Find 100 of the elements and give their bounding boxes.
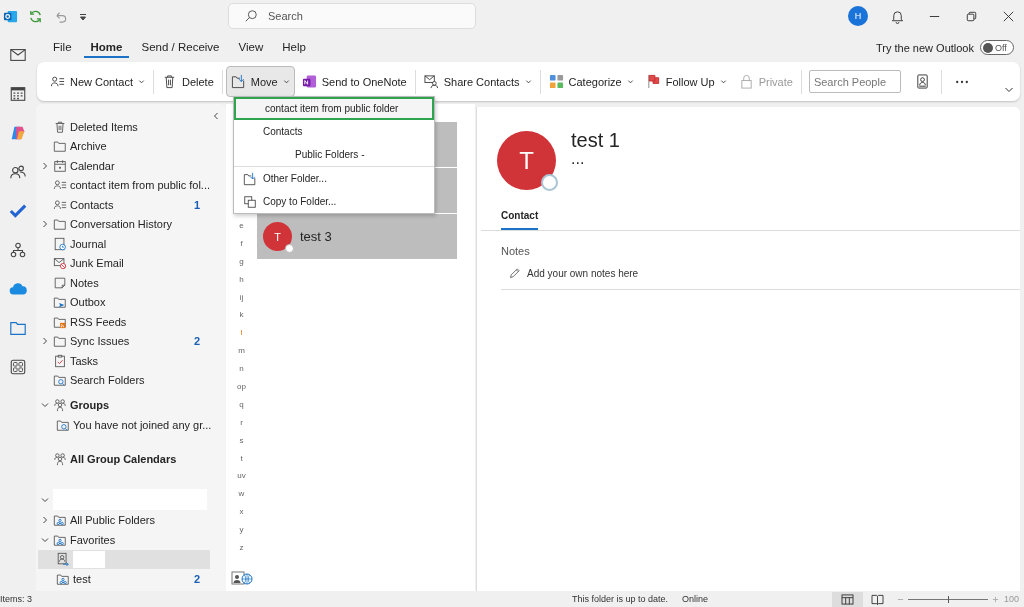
- alphabet-index-letter[interactable]: n: [239, 360, 244, 378]
- search-folder-icon: [56, 417, 70, 432]
- alphabet-index-letter[interactable]: t: [240, 449, 243, 468]
- chevron-right-icon[interactable]: [41, 337, 49, 346]
- search-people-field[interactable]: Search People: [808, 70, 901, 93]
- folder-item[interactable]: Journal: [36, 234, 226, 254]
- menu-item[interactable]: Other Folder...: [234, 167, 434, 190]
- onenote-icon: [301, 74, 317, 89]
- ribbon-button[interactable]: Move: [225, 66, 295, 97]
- new-outlook-label: Try the new Outlook: [875, 41, 974, 54]
- menu-item[interactable]: Contacts: [234, 120, 434, 143]
- folder-item[interactable]: Junk Email: [36, 253, 226, 273]
- alphabet-index-letter[interactable]: k: [239, 306, 244, 325]
- alphabet-index-letter[interactable]: w: [238, 485, 245, 504]
- folder-item[interactable]: Calendar: [36, 156, 226, 176]
- unread-count: 1: [194, 198, 201, 211]
- folder-item[interactable]: Notes: [36, 273, 226, 293]
- alphabet-index-letter[interactable]: x: [239, 503, 244, 522]
- folder-item[interactable]: Conversation History: [36, 214, 226, 234]
- menu-item[interactable]: Public Folders -: [234, 143, 434, 166]
- folder-item[interactable]: Sync Issues 2: [36, 331, 226, 351]
- search-folder-icon: [53, 373, 67, 388]
- sync-icon[interactable]: [28, 9, 43, 24]
- menu-tab[interactable]: File: [46, 37, 79, 58]
- alphabet-index-letter[interactable]: r: [240, 413, 243, 432]
- alphabet-index-letter[interactable]: h: [239, 270, 244, 289]
- flag-icon: [645, 74, 661, 89]
- bell-icon[interactable]: [890, 8, 905, 24]
- alphabet-index-letter[interactable]: ij: [239, 288, 244, 307]
- chevron-right-icon[interactable]: [41, 516, 49, 525]
- outbox-icon: [53, 295, 67, 310]
- calendar-icon[interactable]: [9, 84, 27, 104]
- menu-item[interactable]: Copy to Folder...: [234, 190, 434, 213]
- toggle-switch[interactable]: Off: [980, 40, 1014, 55]
- alphabet-index-letter[interactable]: g: [239, 252, 244, 271]
- chevron-right-icon[interactable]: [41, 220, 49, 229]
- folder-item[interactable]: All Group Calendars: [36, 448, 226, 469]
- contact-list-icon: [53, 197, 67, 212]
- folder-item[interactable]: Tasks: [36, 351, 226, 371]
- menu-tab[interactable]: Send / Receive: [134, 37, 227, 58]
- alphabet-index-letter[interactable]: q: [239, 395, 244, 414]
- contact-tab[interactable]: Contact: [501, 204, 539, 230]
- chevron-down-icon[interactable]: [41, 401, 49, 409]
- alphabet-index-letter[interactable]: s: [239, 431, 244, 450]
- more-icon[interactable]: [954, 78, 969, 85]
- folder-item[interactable]: You have not joined any gr...: [36, 415, 226, 435]
- user-avatar[interactable]: H: [848, 6, 868, 26]
- trash-icon: [162, 74, 177, 89]
- folder-item[interactable]: Deleted Items: [36, 117, 226, 137]
- ribbon-button[interactable]: Delete: [157, 66, 219, 97]
- folder-item[interactable]: [38, 549, 210, 569]
- contact-globe-icon[interactable]: [230, 571, 253, 585]
- alphabet-index-letter[interactable]: uv: [237, 467, 246, 486]
- menu-tab[interactable]: Home: [83, 37, 130, 58]
- alphabet-index-letter[interactable]: f: [240, 234, 243, 253]
- folder-item[interactable]: Groups: [36, 395, 226, 415]
- apps-icon[interactable]: [9, 357, 27, 377]
- ribbon-button[interactable]: New Contact: [45, 66, 150, 97]
- alphabet-index-letter[interactable]: y: [239, 521, 244, 540]
- chevron-left-icon[interactable]: [212, 112, 220, 120]
- ribbon-button[interactable]: Follow Up: [640, 66, 732, 97]
- menu-item[interactable]: contact item from public folder: [234, 97, 434, 120]
- chevron-down-icon[interactable]: [1004, 85, 1014, 95]
- folder-item[interactable]: contact item from public fol...: [36, 175, 226, 195]
- folder-item[interactable]: test 2: [36, 569, 226, 589]
- outlook-logo-icon[interactable]: [3, 9, 18, 24]
- alphabet-index-letter[interactable]: op: [237, 378, 246, 396]
- pencil-icon: [509, 267, 521, 279]
- contact-list-icon: [50, 74, 65, 89]
- customize-caret-icon[interactable]: [78, 11, 88, 22]
- folder-item[interactable]: RSS Feeds: [36, 312, 226, 332]
- ribbon-button[interactable]: Share Contacts: [418, 66, 537, 97]
- folder-item[interactable]: Contacts 1: [36, 195, 226, 215]
- ribbon-button[interactable]: Categorize: [543, 66, 639, 97]
- folder-item[interactable]: Search Folders: [36, 370, 226, 390]
- normal-view-icon[interactable]: [832, 591, 863, 607]
- chevron-right-icon[interactable]: [41, 161, 49, 170]
- shared-folder-icon: [56, 571, 70, 586]
- contact-avatar: T: [497, 131, 556, 190]
- menu-tab[interactable]: Help: [275, 37, 313, 58]
- chevron-down-icon[interactable]: [41, 535, 49, 544]
- alphabet-index-letter[interactable]: m: [238, 342, 245, 361]
- org-chart-icon[interactable]: [9, 240, 27, 260]
- note-icon: [53, 275, 67, 290]
- folder-item[interactable]: Archive: [36, 136, 226, 156]
- notes-field[interactable]: Add your own notes here: [501, 257, 1020, 290]
- address-book-icon[interactable]: [914, 74, 930, 89]
- chevron-down-icon[interactable]: [41, 495, 49, 504]
- contact-card[interactable]: T test 3: [257, 214, 457, 260]
- journal-icon: [53, 236, 67, 251]
- folder-item[interactable]: Outbox: [36, 292, 226, 312]
- category-grid-icon: [548, 74, 564, 89]
- folder-item[interactable]: Favorites: [36, 530, 226, 550]
- folder-item[interactable]: All Public Folders: [36, 510, 226, 530]
- search-field[interactable]: Search: [228, 3, 476, 29]
- clipboard-check-icon: [53, 353, 67, 368]
- alphabet-index-letter[interactable]: e: [239, 217, 244, 235]
- alphabet-index-letter[interactable]: z: [239, 539, 244, 557]
- lock-icon: [738, 74, 754, 89]
- menu-tab[interactable]: View: [231, 37, 271, 58]
